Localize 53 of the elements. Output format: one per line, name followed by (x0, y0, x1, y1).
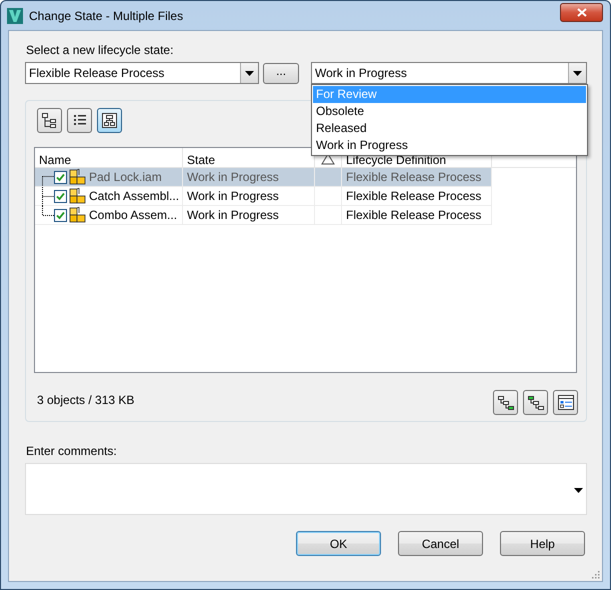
field-label: Enter comments: (26, 444, 118, 458)
table-cell: Flexible Release Process (346, 189, 482, 203)
column-header[interactable]: Name (39, 153, 72, 167)
window-title: Change State - Multiple Files (29, 8, 184, 22)
tree-nodes-icon (496, 394, 514, 410)
view-toggle-button[interactable] (97, 108, 122, 133)
help-button[interactable]: Help (500, 531, 585, 556)
table-cell: Work in Progress (187, 189, 279, 203)
table-cell: Catch Assembl... (89, 189, 180, 203)
tree-nodes-icon (526, 394, 544, 410)
caret-icon (245, 70, 254, 76)
view-toggle-button[interactable] (67, 108, 92, 133)
table-cell: Pad Lock.iam (89, 170, 162, 184)
details-panel-icon (556, 394, 574, 411)
table-cell: Flexible Release Process (346, 208, 482, 222)
dropdown-option[interactable]: Released (313, 120, 586, 137)
warning-icon[interactable] (321, 153, 335, 165)
dropdown-option[interactable]: Work in Progress (313, 137, 586, 154)
browse-button[interactable]: ... (263, 62, 300, 84)
lifecycle-dropdown[interactable]: Flexible Release Process (25, 62, 260, 84)
toolbar-button[interactable] (493, 390, 518, 415)
column-header[interactable]: Lifecycle Definition (346, 153, 446, 167)
resize-grip-icon[interactable] (590, 569, 600, 579)
summary-text: 3 objects / 313 KB (37, 392, 134, 406)
cancel-button[interactable]: Cancel (398, 531, 483, 556)
checkbox[interactable] (54, 190, 67, 202)
caret-icon (573, 70, 582, 76)
table-row[interactable]: Combo Assem... Work in Progress Flexible Release Process (35, 206, 492, 225)
view-toggle-button[interactable] (37, 108, 62, 133)
toolbar-button[interactable] (523, 390, 548, 415)
field-label: Select a new lifecycle state: (26, 43, 174, 57)
tree-view-icon (41, 112, 58, 129)
caret-icon (574, 488, 583, 493)
comments-field[interactable] (25, 463, 587, 515)
app-logo-icon (7, 8, 23, 24)
table-row[interactable]: Catch Assembl... Work in Progress Flexible Release Process (35, 187, 492, 206)
table-cell: Flexible Release Process (346, 170, 482, 184)
table-cell: Work in Progress (187, 170, 279, 184)
column-header[interactable]: State (187, 153, 216, 167)
table-cell: Work in Progress (187, 208, 279, 222)
assembly-icon (69, 168, 87, 186)
dropdown-option[interactable]: Obsolete (313, 103, 586, 120)
checkbox[interactable] (54, 208, 67, 222)
close-icon (576, 8, 586, 17)
table-cell: Combo Assem... (89, 208, 178, 222)
assembly-icon (69, 188, 87, 204)
toolbar-button[interactable] (553, 390, 578, 415)
checkbox[interactable] (54, 170, 67, 184)
table-row[interactable]: Pad Lock.iam Work in Progress Flexible Release Process (35, 168, 492, 187)
assembly-icon (69, 206, 87, 224)
hierarchy-icon (101, 112, 118, 129)
close-button[interactable] (560, 3, 603, 22)
ok-button[interactable]: OK (296, 531, 381, 556)
